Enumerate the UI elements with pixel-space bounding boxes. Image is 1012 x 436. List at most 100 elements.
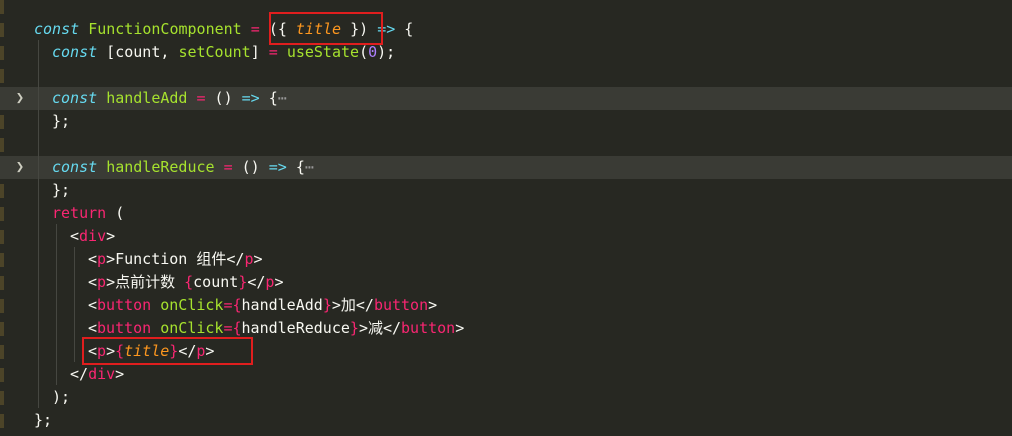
code-line[interactable]: <p>Function 组件</p> (0, 248, 1012, 271)
code-line[interactable]: ); (0, 386, 1012, 409)
code-token: > (253, 250, 263, 268)
code-token: >Function 组件</ (106, 250, 245, 268)
highlight-box-params (269, 12, 383, 45)
code-token: onClick (160, 296, 224, 314)
code-line[interactable]: </div> (0, 363, 1012, 386)
code-text: const handleReduce = () => {⋯ (52, 156, 314, 179)
code-token: handleReduce (241, 319, 350, 337)
indent-guide (56, 224, 57, 385)
code-token: ={ (223, 296, 242, 314)
code-token: [count, (97, 43, 179, 61)
code-token: ); (52, 388, 71, 406)
code-token: > (428, 296, 438, 314)
code-token: > (115, 365, 125, 383)
code-token: = (250, 20, 260, 38)
code-line[interactable]: }; (0, 409, 1012, 432)
code-token: { (184, 273, 194, 291)
code-token: FunctionComponent (88, 20, 242, 38)
code-token: }; (52, 112, 71, 130)
code-token: } (349, 319, 359, 337)
code-token: >加</ (331, 296, 374, 314)
code-token: ( (106, 204, 125, 222)
code-token: setCount (178, 43, 251, 61)
code-token: ={ (223, 319, 242, 337)
code-token: div (79, 227, 107, 245)
code-line[interactable]: <button onClick={handleAdd}>加</button> (0, 294, 1012, 317)
code-token: < (88, 250, 98, 268)
code-token: handleReduce (106, 158, 215, 176)
code-token: ] (250, 43, 269, 61)
chevron-right-icon[interactable]: ❯ (12, 156, 28, 179)
code-token: useState (286, 43, 360, 61)
code-token: } (322, 296, 332, 314)
code-token: } (238, 273, 248, 291)
code-token: const (52, 158, 98, 176)
code-line[interactable] (0, 64, 1012, 87)
code-line[interactable]: const FunctionComponent = ({ title }) =>… (0, 18, 1012, 41)
chevron-right-icon[interactable]: ❯ (12, 87, 28, 110)
code-token: ⋯ (304, 158, 314, 176)
code-token: { (395, 20, 414, 38)
code-token: => (241, 89, 260, 107)
code-text: <div> (70, 225, 115, 248)
code-line[interactable]: const [count, setCount] = useState(0); (0, 41, 1012, 64)
code-token: button (97, 296, 152, 314)
code-token: </ (70, 365, 89, 383)
code-token: button (401, 319, 456, 337)
code-token: < (88, 273, 98, 291)
code-text: <p>Function 组件</p> (88, 248, 263, 271)
code-token: > (455, 319, 465, 337)
code-token: { (259, 89, 278, 107)
code-token: () (232, 158, 269, 176)
code-token: }; (34, 411, 53, 429)
indent-guide (74, 247, 75, 362)
code-token: div (88, 365, 116, 383)
code-line[interactable]: return ( (0, 202, 1012, 225)
code-line[interactable] (0, 133, 1012, 156)
code-token: button (97, 319, 152, 337)
code-token: = (268, 43, 278, 61)
code-token: 0 (368, 43, 378, 61)
code-token: count (193, 273, 239, 291)
code-line[interactable]: }; (0, 179, 1012, 202)
code-token: handleAdd (106, 89, 188, 107)
code-text: <button onClick={handleAdd}>加</button> (88, 294, 437, 317)
code-token: > (274, 273, 284, 291)
code-text: const handleAdd = () => {⋯ (52, 87, 287, 110)
code-token: p (97, 250, 107, 268)
code-line[interactable]: <div> (0, 225, 1012, 248)
code-token: const (52, 89, 98, 107)
code-text: return ( (52, 202, 124, 225)
code-token: button (373, 296, 429, 314)
code-line[interactable]: }; (0, 110, 1012, 133)
code-line[interactable]: ❯ const handleReduce = () => {⋯ (0, 156, 1012, 179)
code-token: () (205, 89, 242, 107)
code-token: { (286, 158, 305, 176)
code-token: ( (359, 43, 369, 61)
indent-guide (38, 40, 39, 408)
code-token: ); (377, 43, 396, 61)
code-token: const (52, 43, 98, 61)
code-token: </ (247, 273, 266, 291)
code-line[interactable]: ❯ const handleAdd = () => {⋯ (0, 87, 1012, 110)
code-token: => (268, 158, 287, 176)
code-editor[interactable]: const FunctionComponent = ({ title }) =>… (0, 0, 1012, 436)
code-token: < (88, 319, 98, 337)
code-token: >减</ (358, 319, 402, 337)
code-text: </div> (70, 363, 124, 386)
code-line[interactable]: <p>点前计数 {count}</p> (0, 271, 1012, 294)
highlight-box-title-output (82, 337, 253, 365)
code-text: ); (52, 386, 70, 409)
code-token: > (106, 227, 116, 245)
code-token: }; (52, 181, 71, 199)
code-token: onClick (160, 319, 224, 337)
